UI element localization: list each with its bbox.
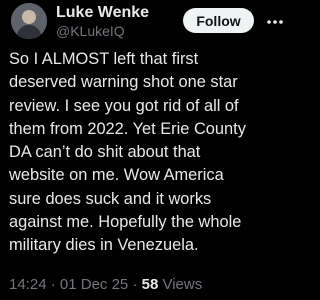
tweet-text-line: military dies in Venezuela. (9, 236, 199, 255)
author-avatar[interactable] (11, 3, 47, 39)
tweet-text-line: DA can’t do shit about that (9, 143, 201, 162)
tweet-text-line: deserved warning shot one star (9, 73, 238, 92)
tweet-text-line: sure does suck and it works (9, 189, 212, 208)
tweet-date[interactable]: 01 Dec 25 (60, 276, 128, 293)
author-display-name[interactable]: Luke Wenke (56, 4, 149, 22)
views-label[interactable]: Views (162, 276, 202, 293)
follow-button[interactable]: Follow (183, 8, 254, 33)
meta-separator: · (50, 276, 56, 293)
ellipsis-icon (266, 12, 284, 30)
tweet-meta: 14:24 · 01 Dec 25 · 58 Views (9, 276, 202, 293)
more-options-button[interactable] (263, 9, 287, 33)
views-count[interactable]: 58 (142, 276, 159, 293)
tweet-text-line: against me. Hopefully the whole (9, 213, 242, 232)
tweet-text-line: website on me. Wow America (9, 166, 224, 185)
tweet-text-line: them from 2022. Yet Erie County (9, 119, 246, 138)
meta-separator: · (132, 276, 138, 293)
tweet-text: So I ALMOST left that first deserved war… (9, 48, 291, 258)
tweet-text-line: review. I see you got rid of all of (9, 96, 239, 115)
tweet-text-line: So I ALMOST left that first (9, 50, 199, 68)
author-handle[interactable]: @KLukeIQ (56, 23, 125, 39)
tweet-time[interactable]: 14:24 (9, 276, 47, 293)
